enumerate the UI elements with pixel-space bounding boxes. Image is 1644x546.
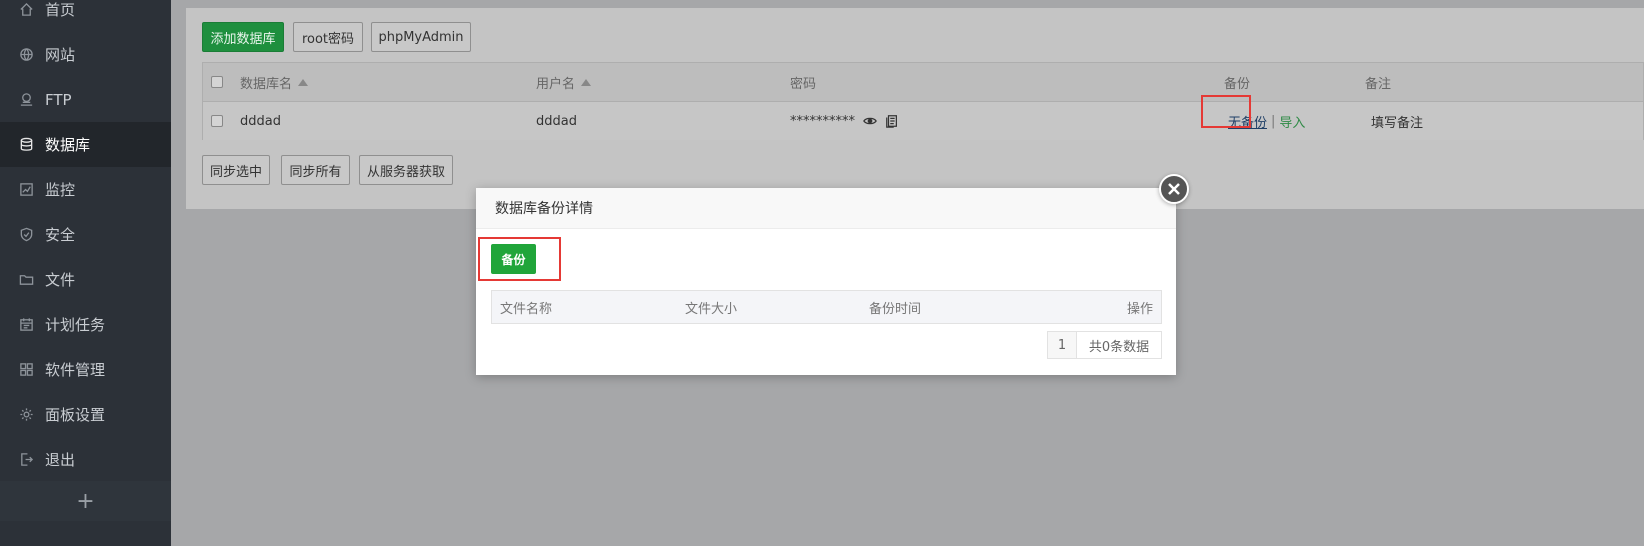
sidebar-item-label: 计划任务 <box>45 316 106 334</box>
gear-icon <box>18 407 34 423</box>
highlight-box <box>1201 95 1251 128</box>
phpmyadmin-button[interactable]: phpMyAdmin <box>371 22 471 52</box>
separator: | <box>1271 113 1276 129</box>
close-button[interactable] <box>1159 174 1189 204</box>
sidebar-item-monitor[interactable]: 监控 <box>0 167 171 212</box>
table-row: dddad dddad ********** 无备份 | 导入 填写备注 <box>203 102 1643 140</box>
sidebar-item-label: 软件管理 <box>45 361 106 379</box>
home-icon <box>18 2 34 18</box>
select-all-checkbox[interactable] <box>211 76 223 88</box>
col-file-size: 文件大小 <box>685 301 738 317</box>
sidebar-item-label: 文件 <box>45 271 76 289</box>
col-backup-time: 备份时间 <box>869 301 922 317</box>
sync-all-button[interactable]: 同步所有 <box>281 155 350 185</box>
username-cell: dddad <box>536 113 577 129</box>
sidebar-item-security[interactable]: 安全 <box>0 212 171 257</box>
header-db-name[interactable]: 数据库名 <box>240 63 309 101</box>
password-cell: ********** <box>790 102 899 140</box>
sync-selected-button[interactable]: 同步选中 <box>202 155 270 185</box>
pager-total: 共0条数据 <box>1076 331 1162 359</box>
calendar-icon <box>18 317 34 333</box>
sidebar-item-website[interactable]: 网站 <box>0 32 171 77</box>
sidebar-item-database[interactable]: 数据库 <box>0 122 171 167</box>
sidebar-item-label: 安全 <box>45 226 76 244</box>
modal-title: 数据库备份详情 <box>476 188 1176 229</box>
sidebar-item-software[interactable]: 软件管理 <box>0 347 171 392</box>
sidebar-item-label: FTP <box>45 90 72 109</box>
sidebar-item-label: 面板设置 <box>45 406 106 424</box>
sidebar-item-files[interactable]: 文件 <box>0 257 171 302</box>
monitor-chart-icon <box>18 182 34 198</box>
sort-up-icon <box>298 78 309 86</box>
sidebar-item-label: 监控 <box>45 181 76 199</box>
ftp-icon <box>18 92 34 108</box>
sidebar-item-cron[interactable]: 计划任务 <box>0 302 171 347</box>
backup-details-modal: 数据库备份详情 备份 文件名称 文件大小 备份时间 操作 1 共0条数据 <box>476 174 1189 375</box>
header-note: 备注 <box>1365 76 1392 92</box>
add-database-button[interactable]: 添加数据库 <box>202 22 284 52</box>
sidebar-item-label: 数据库 <box>45 136 91 154</box>
eye-icon[interactable] <box>863 114 877 128</box>
table-header: 数据库名 用户名 密码 备份 备注 <box>203 63 1643 102</box>
sidebar-item-label: 退出 <box>45 451 76 469</box>
fetch-from-server-button[interactable]: 从服务器获取 <box>359 155 453 185</box>
grid-icon <box>18 362 34 378</box>
pager-page-1[interactable]: 1 <box>1047 331 1077 359</box>
copy-icon[interactable] <box>885 114 899 128</box>
root-password-button[interactable]: root密码 <box>293 22 363 52</box>
folder-icon <box>18 272 34 288</box>
database-table: 数据库名 用户名 密码 备份 备注 dddad dddad ********** <box>202 62 1644 140</box>
col-file-name: 文件名称 <box>500 301 553 317</box>
import-link[interactable]: 导入 <box>1279 112 1305 131</box>
row-checkbox[interactable] <box>211 115 223 127</box>
database-panel: 添加数据库 root密码 phpMyAdmin 数据库名 用户名 密码 备份 备… <box>186 8 1644 209</box>
close-icon <box>1168 183 1180 195</box>
backup-files-table: 文件名称 文件大小 备份时间 操作 <box>491 290 1162 324</box>
highlight-box <box>478 237 561 281</box>
note-cell[interactable]: 填写备注 <box>1371 102 1423 140</box>
sidebar-add-button[interactable]: + <box>0 481 171 521</box>
sidebar-item-label: 网站 <box>45 46 76 64</box>
col-action: 操作 <box>1126 301 1153 317</box>
shield-icon <box>18 227 34 243</box>
header-password: 密码 <box>790 76 817 92</box>
globe-icon <box>18 47 34 63</box>
sidebar-item-home[interactable]: 首页 <box>0 0 171 32</box>
sidebar-item-settings[interactable]: 面板设置 <box>0 392 171 437</box>
sidebar-item-ftp[interactable]: FTP <box>0 77 171 122</box>
header-username[interactable]: 用户名 <box>536 63 592 101</box>
sort-up-icon <box>581 78 592 86</box>
sidebar-item-logout[interactable]: 退出 <box>0 437 171 482</box>
database-icon <box>18 137 34 153</box>
sidebar-item-label: 首页 <box>45 1 76 19</box>
logout-icon <box>18 452 34 468</box>
db-name-cell: dddad <box>240 113 281 129</box>
password-mask: ********** <box>790 113 855 129</box>
sidebar: 首页 网站 FTP 数据库 监控 安全 文件 计划任务 软件管理 面板设置 退出… <box>0 0 171 546</box>
